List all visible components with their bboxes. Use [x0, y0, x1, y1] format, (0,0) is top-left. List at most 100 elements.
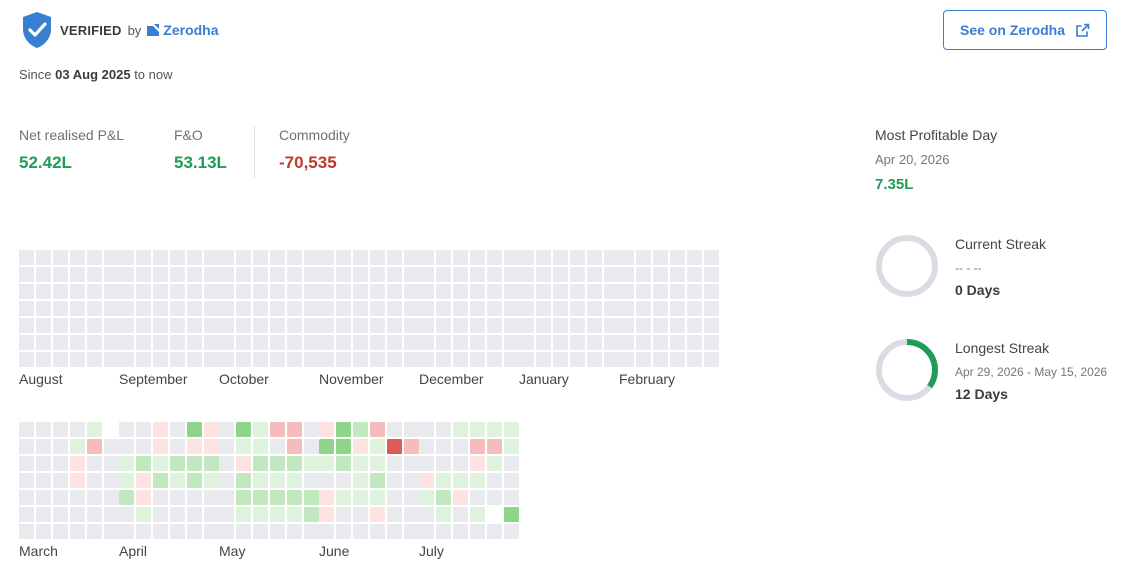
- heatmap-day-cell[interactable]: [519, 335, 534, 350]
- heatmap-day-cell[interactable]: [104, 490, 119, 505]
- heatmap-day-cell[interactable]: [70, 267, 85, 282]
- heatmap-day-cell[interactable]: [270, 250, 285, 265]
- heatmap-day-cell[interactable]: [519, 318, 534, 333]
- heatmap-day-cell[interactable]: [404, 490, 419, 505]
- heatmap-day-cell[interactable]: [53, 439, 68, 454]
- heatmap-day-cell[interactable]: [487, 524, 502, 539]
- heatmap-day-cell[interactable]: [504, 524, 519, 539]
- heatmap-day-cell[interactable]: [70, 284, 85, 299]
- heatmap-day-cell[interactable]: [304, 473, 319, 488]
- heatmap-day-cell[interactable]: [387, 473, 402, 488]
- heatmap-day-cell[interactable]: [36, 250, 51, 265]
- heatmap-day-cell[interactable]: [504, 422, 519, 437]
- heatmap-day-cell[interactable]: [636, 250, 651, 265]
- heatmap-day-cell[interactable]: [487, 335, 502, 350]
- heatmap-day-cell[interactable]: [119, 250, 134, 265]
- heatmap-day-cell[interactable]: [504, 250, 519, 265]
- heatmap-day-cell[interactable]: [53, 456, 68, 471]
- heatmap-day-cell[interactable]: [219, 250, 234, 265]
- heatmap-day-cell[interactable]: [219, 335, 234, 350]
- heatmap-day-cell[interactable]: [187, 284, 202, 299]
- heatmap-day-cell[interactable]: [287, 473, 302, 488]
- heatmap-day-cell[interactable]: [236, 422, 251, 437]
- heatmap-day-cell[interactable]: [104, 301, 119, 316]
- heatmap-day-cell[interactable]: [253, 507, 268, 522]
- heatmap-day-cell[interactable]: [319, 473, 334, 488]
- heatmap-day-cell[interactable]: [619, 335, 634, 350]
- heatmap-day-cell[interactable]: [270, 352, 285, 367]
- heatmap-day-cell[interactable]: [104, 507, 119, 522]
- heatmap-day-cell[interactable]: [636, 318, 651, 333]
- heatmap-day-cell[interactable]: [687, 250, 702, 265]
- heatmap-day-cell[interactable]: [119, 301, 134, 316]
- heatmap-day-cell[interactable]: [287, 507, 302, 522]
- heatmap-day-cell[interactable]: [104, 439, 119, 454]
- heatmap-day-cell[interactable]: [287, 490, 302, 505]
- heatmap-day-cell[interactable]: [419, 250, 434, 265]
- heatmap-day-cell[interactable]: [36, 335, 51, 350]
- heatmap-day-cell[interactable]: [336, 284, 351, 299]
- heatmap-day-cell[interactable]: [470, 352, 485, 367]
- heatmap-day-cell[interactable]: [336, 335, 351, 350]
- heatmap-day-cell[interactable]: [336, 267, 351, 282]
- heatmap-day-cell[interactable]: [370, 267, 385, 282]
- heatmap-day-cell[interactable]: [587, 284, 602, 299]
- heatmap-day-cell[interactable]: [104, 267, 119, 282]
- heatmap-day-cell[interactable]: [636, 284, 651, 299]
- heatmap-day-cell[interactable]: [119, 335, 134, 350]
- heatmap-day-cell[interactable]: [453, 422, 468, 437]
- heatmap-day-cell[interactable]: [204, 301, 219, 316]
- heatmap-day-cell[interactable]: [519, 284, 534, 299]
- heatmap-day-cell[interactable]: [270, 335, 285, 350]
- heatmap-day-cell[interactable]: [704, 352, 719, 367]
- heatmap-day-cell[interactable]: [436, 422, 451, 437]
- heatmap-day-cell[interactable]: [70, 335, 85, 350]
- heatmap-day-cell[interactable]: [253, 301, 268, 316]
- heatmap-day-cell[interactable]: [270, 439, 285, 454]
- heatmap-day-cell[interactable]: [304, 335, 319, 350]
- heatmap-day-cell[interactable]: [170, 490, 185, 505]
- heatmap-day-cell[interactable]: [187, 490, 202, 505]
- heatmap-day-cell[interactable]: [336, 250, 351, 265]
- heatmap-day-cell[interactable]: [136, 301, 151, 316]
- heatmap-day-cell[interactable]: [170, 318, 185, 333]
- heatmap-day-cell[interactable]: [587, 267, 602, 282]
- heatmap-day-cell[interactable]: [419, 473, 434, 488]
- heatmap-day-cell[interactable]: [87, 352, 102, 367]
- heatmap-day-cell[interactable]: [353, 318, 368, 333]
- heatmap-day-cell[interactable]: [119, 507, 134, 522]
- heatmap-day-cell[interactable]: [204, 284, 219, 299]
- heatmap-day-cell[interactable]: [153, 318, 168, 333]
- heatmap-day-cell[interactable]: [219, 267, 234, 282]
- heatmap-day-cell[interactable]: [319, 318, 334, 333]
- heatmap-day-cell[interactable]: [104, 335, 119, 350]
- heatmap-day-cell[interactable]: [87, 250, 102, 265]
- heatmap-day-cell[interactable]: [36, 301, 51, 316]
- heatmap-day-cell[interactable]: [187, 301, 202, 316]
- heatmap-day-cell[interactable]: [453, 301, 468, 316]
- heatmap-day-cell[interactable]: [319, 352, 334, 367]
- heatmap-day-cell[interactable]: [504, 284, 519, 299]
- heatmap-day-cell[interactable]: [19, 473, 34, 488]
- heatmap-day-cell[interactable]: [304, 318, 319, 333]
- heatmap-day-cell[interactable]: [453, 284, 468, 299]
- heatmap-day-cell[interactable]: [387, 490, 402, 505]
- heatmap-day-cell[interactable]: [236, 250, 251, 265]
- heatmap-day-cell[interactable]: [353, 284, 368, 299]
- heatmap-day-cell[interactable]: [604, 335, 619, 350]
- heatmap-day-cell[interactable]: [170, 284, 185, 299]
- heatmap-day-cell[interactable]: [319, 250, 334, 265]
- heatmap-day-cell[interactable]: [404, 439, 419, 454]
- heatmap-day-cell[interactable]: [504, 439, 519, 454]
- heatmap-day-cell[interactable]: [253, 250, 268, 265]
- heatmap-day-cell[interactable]: [219, 473, 234, 488]
- heatmap-day-cell[interactable]: [470, 507, 485, 522]
- heatmap-day-cell[interactable]: [170, 507, 185, 522]
- heatmap-day-cell[interactable]: [36, 267, 51, 282]
- heatmap-day-cell[interactable]: [253, 524, 268, 539]
- heatmap-day-cell[interactable]: [236, 507, 251, 522]
- heatmap-day-cell[interactable]: [436, 335, 451, 350]
- heatmap-day-cell[interactable]: [104, 456, 119, 471]
- heatmap-day-cell[interactable]: [519, 301, 534, 316]
- heatmap-day-cell[interactable]: [370, 439, 385, 454]
